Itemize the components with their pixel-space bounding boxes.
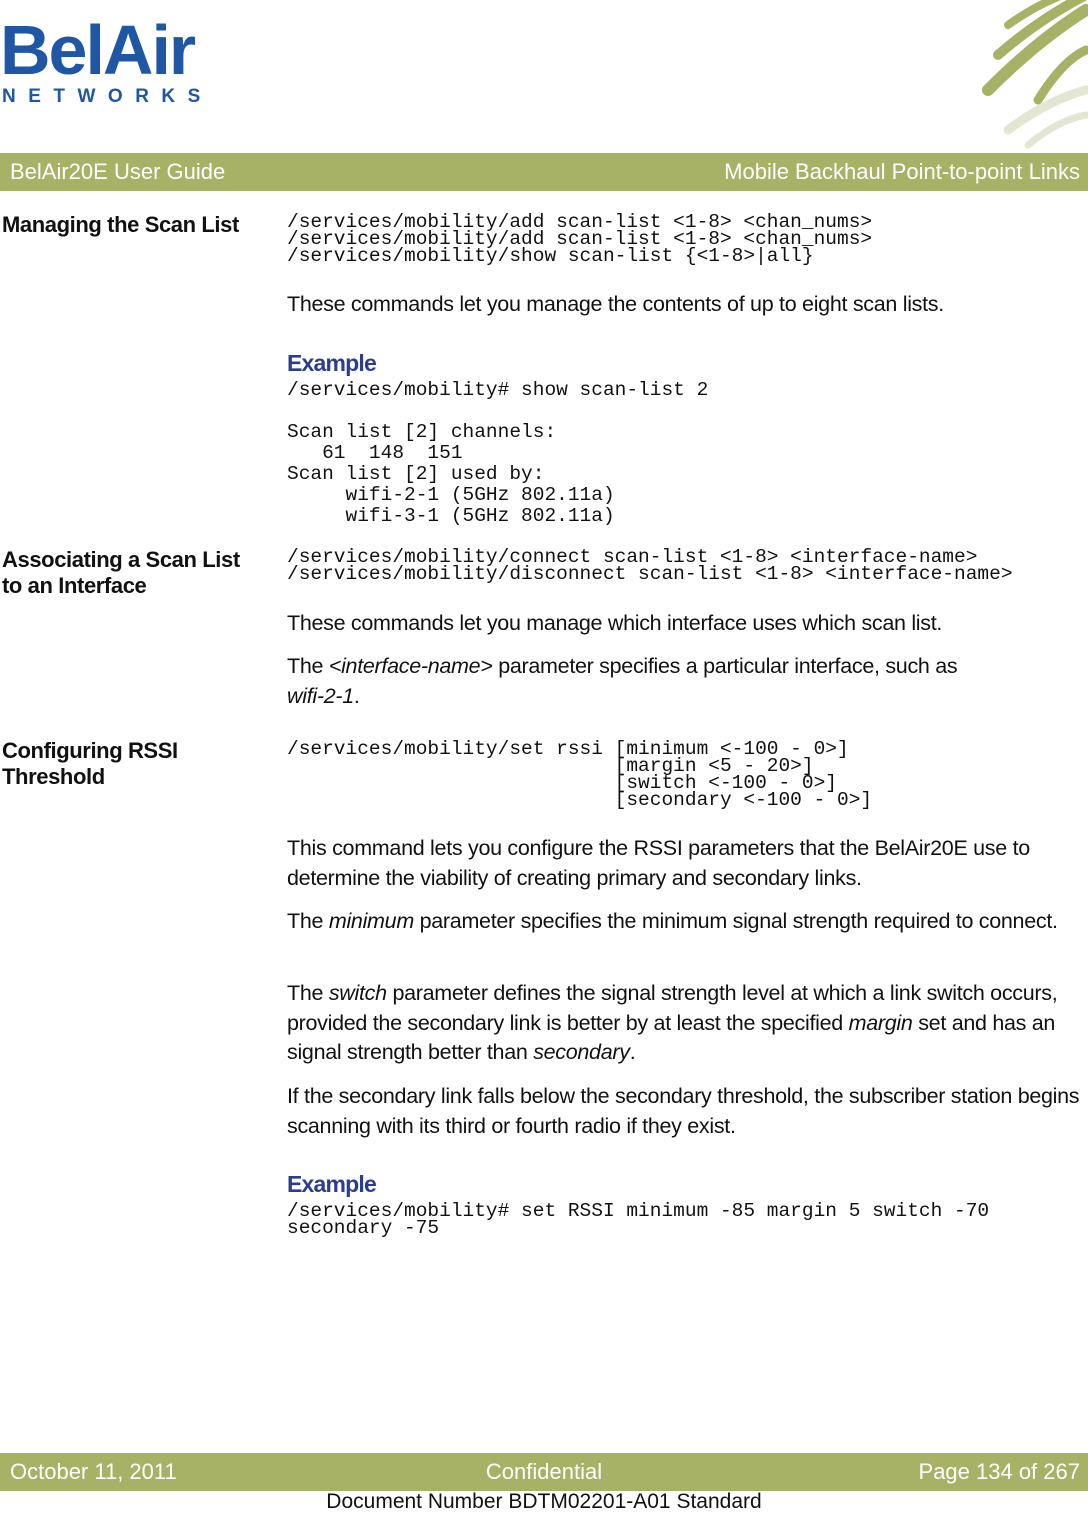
example-line: Scan list [2] used by: <box>287 463 545 485</box>
document-number: Document Number BDTM02201-A01 Standard <box>326 1490 762 1513</box>
text: parameter specifies the minimum signal s… <box>413 909 1058 933</box>
rssi-example: /services/mobility# set RSSI minimum -85… <box>287 1201 989 1239</box>
heading-line: Configuring RSSI <box>2 738 178 763</box>
logo-subtitle: NETWORKS <box>2 86 213 107</box>
command-line: [secondary <-100 - 0>] <box>287 789 873 811</box>
example-heading: Example <box>287 350 377 376</box>
text: parameter specifies a particular interfa… <box>492 654 958 678</box>
guide-title: BelAir20E User Guide <box>10 159 226 184</box>
term-secondary: secondary <box>533 1040 630 1064</box>
term-minimum: minimum <box>328 909 414 933</box>
logo-wordmark: BelAir <box>0 11 196 89</box>
rssi-commands: /services/mobility/set rssi [minimum <-1… <box>287 739 873 811</box>
header-bar: BelAir20E User Guide Mobile Backhaul Poi… <box>0 153 1088 191</box>
associate-commands: /services/mobility/connect scan-list <1-… <box>287 547 1013 585</box>
scan-list-example: /services/mobility# show scan-list 2 Scan… <box>287 380 708 527</box>
example-line: 61 148 151 <box>287 442 463 464</box>
minimum-paragraph: The minimum parameter specifies the mini… <box>287 907 1067 937</box>
swoosh-graphic-icon <box>982 0 1088 149</box>
term-wifi-example: wifi-2-1 <box>287 683 354 708</box>
section-heading-associate: Associating a Scan List to an Interface <box>2 547 240 599</box>
text: The <box>287 654 329 678</box>
scan-list-commands: /services/mobility/add scan-list <1-8> <… <box>287 212 872 267</box>
heading-line: Associating a Scan List <box>2 547 240 572</box>
section-heading-rssi: Configuring RSSI Threshold <box>2 738 178 790</box>
heading-line: Threshold <box>2 764 105 789</box>
example-line: wifi-2-1 (5GHz 802.11a) <box>287 484 615 506</box>
example-line: /services/mobility# show scan-list 2 <box>287 379 709 401</box>
section-heading-scan-list: Managing the Scan List <box>2 212 239 237</box>
scan-list-description: These commands let you manage the conten… <box>287 292 944 316</box>
command-line: /services/mobility/disconnect scan-list … <box>287 563 1013 585</box>
term-switch: switch <box>328 981 387 1005</box>
text: . <box>629 1040 636 1064</box>
associate-description: These commands let you manage which inte… <box>287 611 943 635</box>
example-line-blank <box>287 401 708 422</box>
term-interface-name: <interface-name> <box>328 654 493 678</box>
example-line: wifi-3-1 (5GHz 802.11a) <box>287 505 615 527</box>
example-line: secondary -75 <box>287 1217 440 1239</box>
footer-bar: October 11, 2011 Confidential Page 134 o… <box>0 1453 1088 1491</box>
heading-line: to an Interface <box>2 573 147 598</box>
chapter-title: Mobile Backhaul Point-to-point Links <box>724 159 1080 184</box>
example-heading: Example <box>287 1171 377 1197</box>
text: . <box>353 683 360 708</box>
belair-logo: BelAir NETWORKS <box>0 14 200 114</box>
text: The <box>287 909 329 933</box>
interface-name-paragraph: The <interface-name> parameter specifies… <box>287 652 1047 711</box>
rssi-description: This command lets you configure the RSSI… <box>287 836 1030 890</box>
text: The <box>287 981 329 1005</box>
command-line: /services/mobility/show scan-list {<1-8>… <box>287 245 814 267</box>
secondary-threshold-paragraph: If the secondary link falls below the se… <box>287 1084 1080 1138</box>
example-line: Scan list [2] channels: <box>287 421 557 443</box>
page-number: Page 134 of 267 <box>918 1459 1080 1484</box>
term-margin: margin <box>848 1010 913 1035</box>
switch-paragraph: The switch parameter defines the signal … <box>287 979 1087 1068</box>
